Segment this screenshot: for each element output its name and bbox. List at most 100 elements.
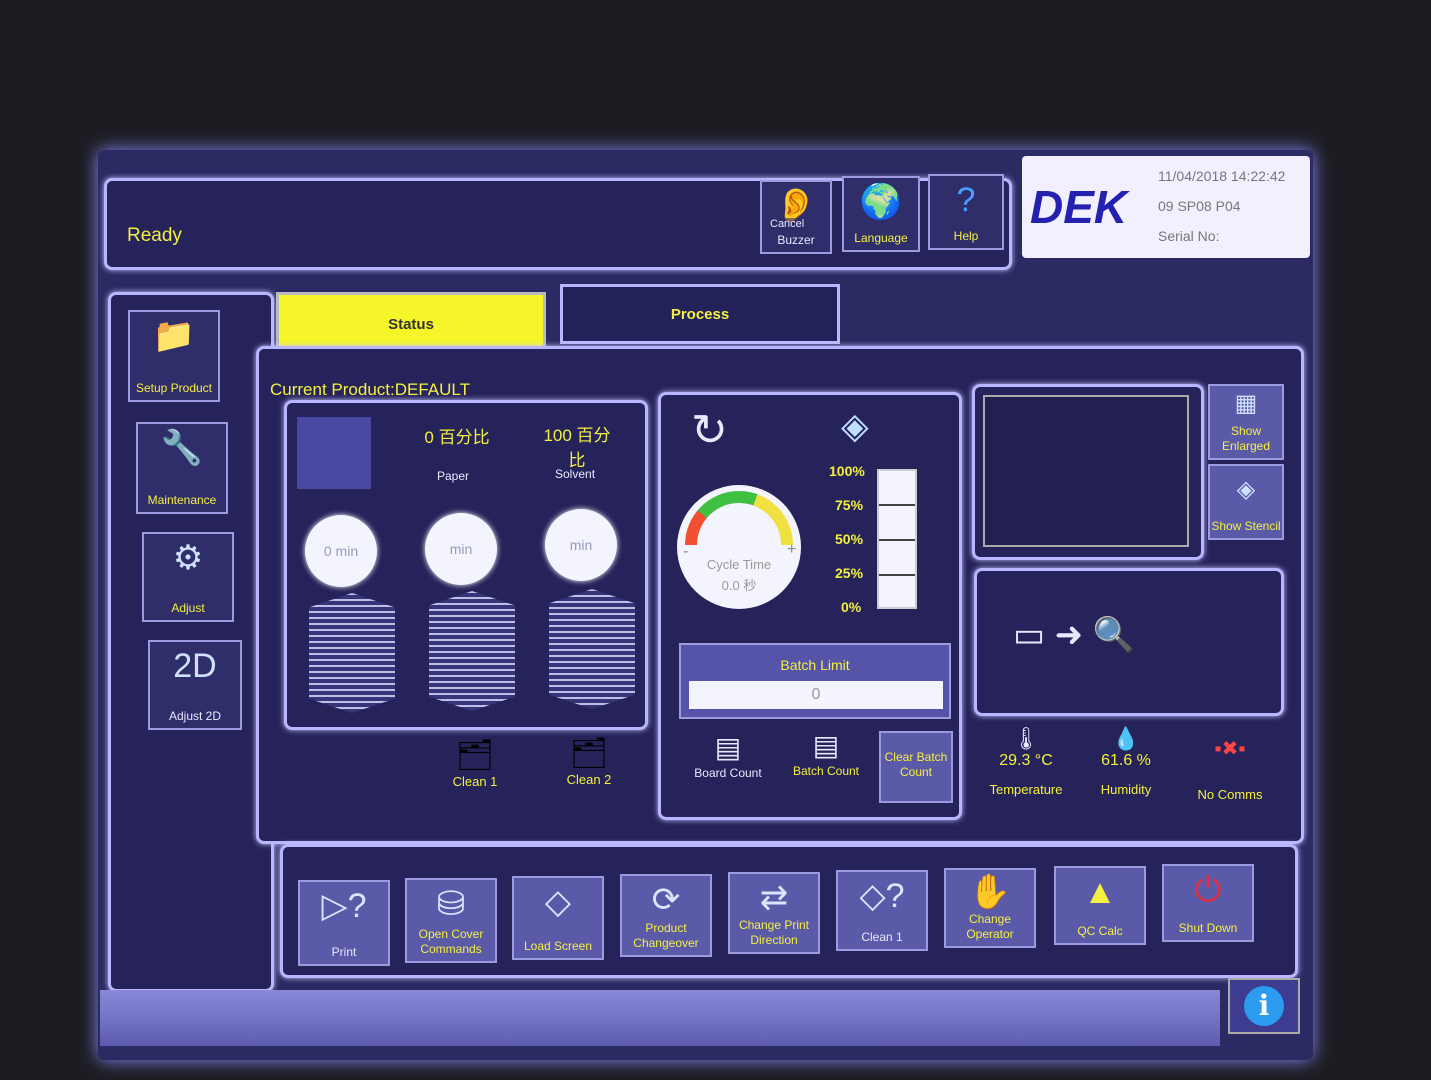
clean-1-label: Clean 1	[452, 774, 498, 789]
adjust-2d-label: Adjust 2D	[168, 709, 222, 723]
toolbar-change-operator-button[interactable]: ✋ Change Operator	[944, 868, 1036, 948]
question-icon: ?	[956, 181, 976, 219]
clear-batch-count-button[interactable]: Clear Batch Count	[879, 731, 953, 803]
current-product-label: Current Product:	[270, 380, 395, 399]
cycle-time-gauge: - + Cycle Time 0.0 秒	[677, 485, 801, 609]
droplets-icon: 💧	[1112, 726, 1140, 751]
wrench-icon: 🔧	[160, 429, 204, 467]
serial-number-label: Serial No:	[1158, 228, 1220, 244]
stopwatch-icon: 0 min	[305, 515, 377, 587]
solvent-label: Solvent	[555, 467, 596, 481]
vision-panel	[972, 384, 1204, 560]
stopwatch-icon: min	[425, 513, 497, 585]
scale-100: 100%	[829, 463, 865, 479]
board-count-label: Board Count	[694, 766, 762, 780]
cancel-buzzer-button[interactable]: 👂 Cancel Buzzer	[760, 180, 832, 254]
toolbar-product-changeover-button[interactable]: ⟳ Product Changeover	[620, 874, 712, 957]
info-button[interactable]: i	[1228, 978, 1300, 1034]
no-comms-icon: ▪✖▪	[1214, 738, 1246, 760]
clean-icon: 🗂	[569, 737, 609, 770]
toolbar-clean-1-button[interactable]: ◇? Clean 1	[836, 870, 928, 951]
help-label: Help	[953, 229, 979, 243]
toolbar-load-screen-button[interactable]: ◇ Load Screen	[512, 876, 604, 960]
scale-50: 50%	[835, 531, 864, 547]
info-icon: i	[1244, 986, 1284, 1026]
batch-limit-label: Batch Limit	[780, 657, 850, 673]
setup-product-button[interactable]: 📁 Setup Product	[128, 310, 220, 402]
toolbar-shut-down-button[interactable]: ⏻ Shut Down	[1162, 864, 1254, 942]
humidity-indicator: 💧 61.6 % Humidity	[1088, 726, 1164, 797]
power-icon: ⏻	[1194, 871, 1222, 909]
process-panel: ↻ ◈ - + Cycle Time 0.0 秒 100% 75% 50% 25…	[658, 392, 962, 820]
timer-value: min	[449, 541, 473, 557]
buzzer-cancel-label: Cancel	[770, 218, 805, 230]
clean-2-label: Clean 2	[566, 772, 612, 787]
adjust-icon: ⚙	[172, 539, 204, 577]
process-flow-panel: ▭ ➜ 🔍	[974, 568, 1284, 716]
adjust-2d-button[interactable]: 2D Adjust 2D	[148, 640, 242, 730]
cycle-time-value: 0.0 秒	[721, 578, 757, 593]
bell-curve-icon: ▲	[1083, 873, 1117, 911]
clean-2-indicator: 🗂 Clean 2	[554, 736, 624, 789]
board-count-icon: ▤	[714, 732, 742, 763]
scale-0: 0%	[841, 599, 862, 615]
toolbar-button-label: Clean 1	[861, 930, 903, 944]
timer-value: 0 min	[323, 543, 359, 559]
machine-status: Ready	[127, 225, 182, 246]
show-enlarged-button[interactable]: ▦ Show Enlarged	[1208, 384, 1284, 460]
toolbar-button-label: Open Cover Commands	[418, 927, 484, 956]
enlarge-icon: ▦	[1234, 390, 1258, 417]
toolbar-print-button[interactable]: ▷? Print	[298, 880, 390, 966]
clear-batch-count-label: Clear Batch Count	[884, 750, 948, 779]
board-count: ▤ Board Count	[683, 731, 773, 782]
consumables-panel: 0 百分比 Paper 100 百分比 Solvent 0 min min mi…	[284, 400, 648, 730]
changeover-icon: ⟳	[651, 881, 681, 919]
board-stack-icon	[549, 589, 635, 709]
batch-limit-input[interactable]: 0	[689, 681, 943, 709]
thermometer-icon: 🌡	[1012, 726, 1040, 751]
world-map-icon: 🌍	[859, 183, 903, 221]
board-to-screen-icon: ▭ ➜ 🔍	[1013, 616, 1135, 654]
show-stencil-button[interactable]: ◈ Show Stencil	[1208, 464, 1284, 540]
show-stencil-label: Show Stencil	[1211, 519, 1281, 533]
language-label: Language	[854, 231, 908, 245]
toolbar-change-print-direction-button[interactable]: ⇄ Change Print Direction	[728, 872, 820, 954]
stencil-view-icon: ◈	[1236, 476, 1256, 503]
operator-icon: ✋	[968, 873, 1012, 911]
scale-25: 25%	[835, 565, 864, 581]
setup-product-label: Setup Product	[135, 381, 213, 395]
solvent-level: 100 百分比	[543, 426, 611, 470]
camera-view	[983, 395, 1189, 547]
toolbar-button-label: Change Operator	[966, 912, 1014, 941]
clean-icon: 🗂	[455, 739, 495, 772]
batch-limit-box: Batch Limit 0	[679, 643, 951, 719]
stencil-icon: ◈	[841, 405, 869, 446]
adjust-button[interactable]: ⚙ Adjust	[142, 532, 234, 622]
stopwatch-icon: min	[545, 509, 617, 581]
tab-process[interactable]: Process	[560, 284, 840, 344]
toolbar-open-cover-commands-button[interactable]: ⛁ Open Cover Commands	[405, 878, 497, 963]
datetime: 11/04/2018 14:22:42	[1158, 168, 1286, 184]
setup-product-icon: 📁	[152, 317, 196, 355]
help-button[interactable]: ? Help	[928, 174, 1004, 250]
batch-count-label: Batch Count	[792, 764, 860, 778]
batch-count-icon: ▤	[812, 730, 840, 761]
toolbar-button-label: Print	[331, 945, 357, 959]
clean-1-indicator: 🗂 Clean 1	[440, 738, 510, 791]
humidity-value: 61.6 %	[1101, 752, 1151, 769]
load-screen-icon: ◇	[544, 883, 572, 921]
current-product-value: DEFAULT	[394, 380, 470, 399]
cycle-time-label: Cycle Time	[706, 557, 772, 572]
temperature-indicator: 🌡 29.3 °C Temperature	[984, 726, 1068, 797]
print-help-icon: ▷?	[321, 887, 367, 925]
board-stack-icon	[309, 593, 395, 713]
comms-indicator: ▪✖▪ No Comms	[1190, 736, 1270, 802]
paper-level: 0 百分比	[424, 428, 490, 447]
toolbar-qc-calc-button[interactable]: ▲ QC Calc	[1054, 866, 1146, 945]
dek-logo: DEK	[1030, 181, 1128, 233]
adjust-label: Adjust	[171, 601, 205, 615]
scale-75: 75%	[835, 497, 864, 513]
2d-adjust-icon: 2D	[173, 647, 217, 685]
language-button[interactable]: 🌍 Language	[842, 176, 920, 252]
maintenance-button[interactable]: 🔧 Maintenance	[136, 422, 228, 514]
